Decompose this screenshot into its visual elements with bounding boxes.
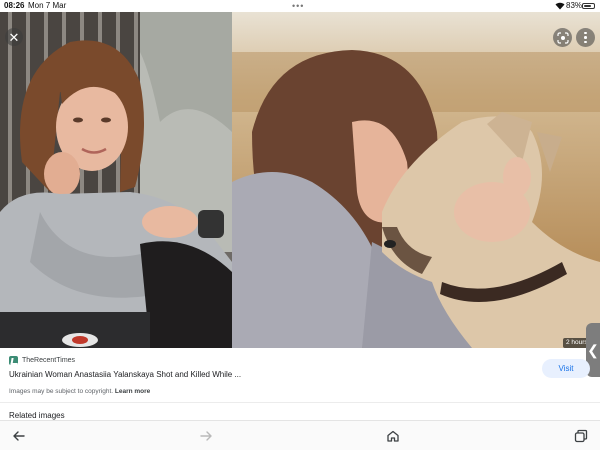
related-images-heading: Related images <box>9 411 65 420</box>
result-title[interactable]: Ukrainian Woman Anastasiia Yalanskaya Sh… <box>9 370 241 379</box>
divider <box>0 402 600 403</box>
close-button[interactable]: ✕ <box>5 28 23 46</box>
learn-more-link[interactable]: Learn more <box>115 388 150 395</box>
source-name: TheRecentTimes <box>22 357 76 364</box>
copyright-text: Images may be subject to copyright. <box>9 388 114 395</box>
source-logo-icon <box>9 356 18 365</box>
bottom-toolbar <box>0 420 600 450</box>
back-arrow-icon[interactable] <box>12 429 26 443</box>
google-lens-icon <box>556 31 569 44</box>
home-icon[interactable] <box>386 429 400 443</box>
copyright-notice: Images may be subject to copyright. Lear… <box>9 388 150 395</box>
forward-arrow-icon[interactable] <box>199 429 213 443</box>
wifi-icon <box>555 2 565 10</box>
status-bar: 08:26 Mon 7 Mar ••• 83% <box>0 0 600 12</box>
visit-button[interactable]: Visit <box>542 359 590 378</box>
status-date: Mon 7 Mar <box>28 1 67 10</box>
photo-woman-with-dog[interactable] <box>232 12 600 348</box>
more-vertical-icon-dot <box>584 36 587 39</box>
more-options-button[interactable] <box>576 28 595 47</box>
more-vertical-icon-dot <box>584 40 587 44</box>
photo-woman-grey-sweater[interactable] <box>0 12 232 348</box>
battery-icon <box>582 3 595 9</box>
close-icon: ✕ <box>8 29 20 45</box>
source-row[interactable]: TheRecentTimes <box>9 356 75 365</box>
tabs-icon[interactable] <box>574 429 588 443</box>
status-time: 08:26 <box>4 1 25 10</box>
battery-percent: 83% <box>566 1 583 10</box>
google-lens-button[interactable] <box>553 28 572 47</box>
multitask-dots-icon[interactable]: ••• <box>292 0 304 12</box>
image-viewer[interactable]: ✕ <box>0 12 600 348</box>
chevron-left-icon: ❮ <box>587 341 599 358</box>
more-vertical-icon <box>584 31 587 35</box>
